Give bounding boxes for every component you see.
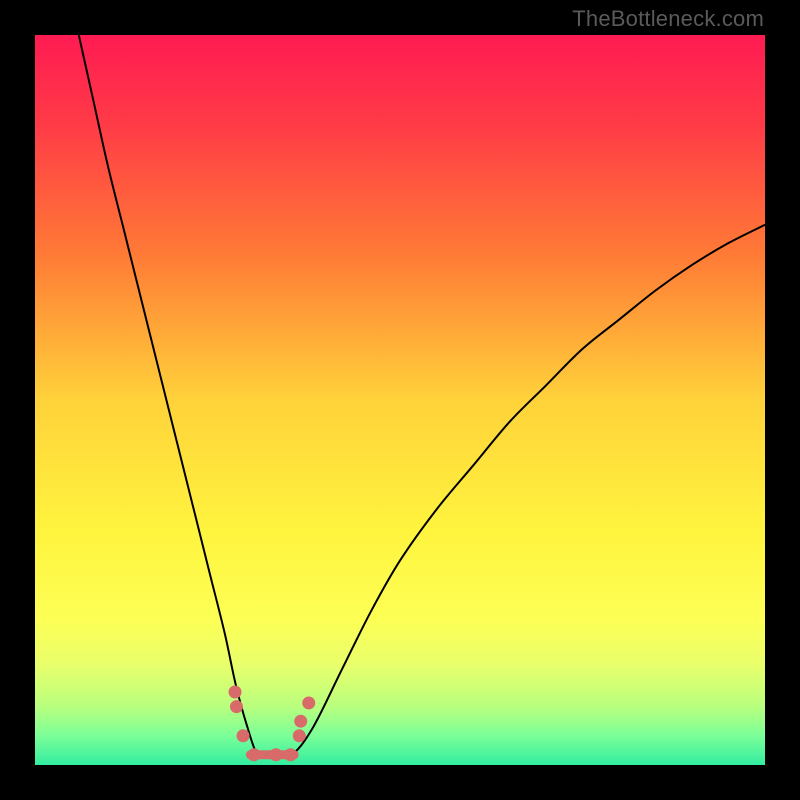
plot-area: [35, 35, 765, 765]
marker-dot: [294, 715, 307, 728]
marker-dot: [237, 729, 250, 742]
marker-dot: [302, 696, 315, 709]
marker-dot: [248, 748, 261, 761]
watermark-text: TheBottleneck.com: [572, 6, 764, 32]
chart-frame: TheBottleneck.com: [0, 0, 800, 800]
marker-dot: [269, 748, 282, 761]
marker-dot: [229, 686, 242, 699]
curve-layer: [35, 35, 765, 765]
marker-dot: [230, 700, 243, 713]
marker-dots: [229, 686, 316, 762]
marker-dot: [284, 748, 297, 761]
bottleneck-curve: [79, 35, 765, 758]
marker-dot: [293, 729, 306, 742]
